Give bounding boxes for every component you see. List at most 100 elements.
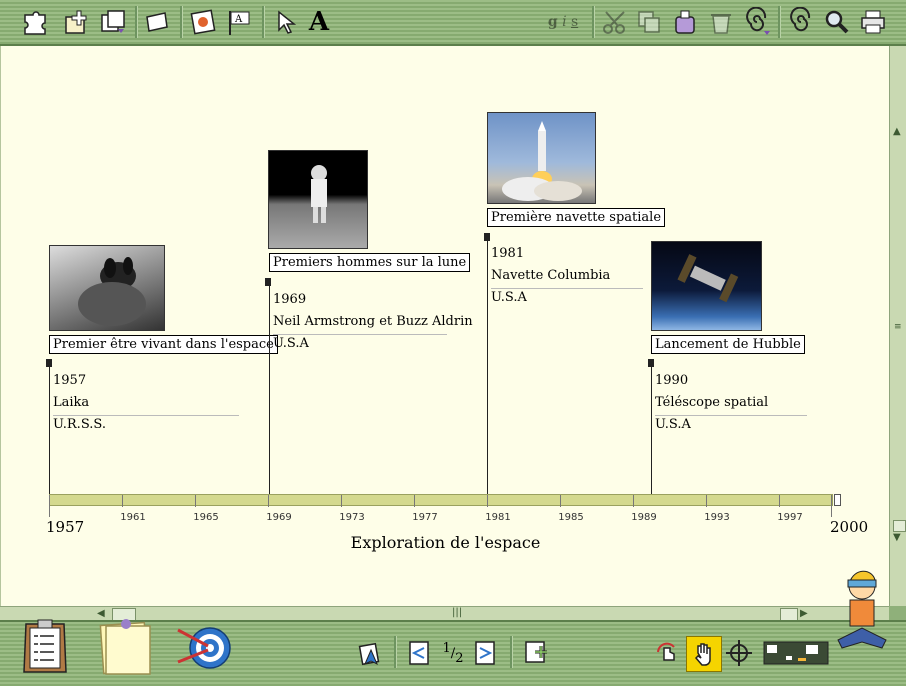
event-divider	[53, 415, 239, 416]
axis-tick	[779, 495, 780, 507]
picture-icon[interactable]	[186, 5, 220, 39]
event-name: Navette Columbia	[491, 268, 611, 283]
event-country: U.S.A	[655, 417, 691, 432]
spiral-icon[interactable]	[784, 5, 818, 39]
event-year: 1990	[655, 373, 689, 388]
add-card-icon[interactable]	[60, 5, 94, 39]
checklist-clipboard-icon[interactable]	[18, 616, 74, 676]
event-marker[interactable]	[265, 278, 271, 286]
event-title[interactable]: Lancement de Hubble	[651, 335, 805, 354]
target-darts-icon[interactable]	[174, 618, 232, 676]
event-year: 1981	[491, 246, 525, 261]
axis-tick	[195, 495, 196, 507]
copy-icon[interactable]	[632, 5, 666, 39]
vertical-scroll-thumb[interactable]	[893, 520, 906, 532]
event-connector	[487, 239, 488, 495]
shuttle-launch-photo[interactable]	[487, 112, 596, 204]
printer-icon[interactable]	[856, 5, 890, 39]
axis-tick	[268, 495, 269, 507]
tick-label: 1977	[412, 512, 438, 523]
hubble-photo[interactable]	[651, 241, 762, 331]
card-menu-icon[interactable]	[96, 5, 130, 39]
axis-tick	[414, 495, 415, 507]
trash-icon[interactable]	[704, 5, 738, 39]
timeline-axis[interactable]	[49, 494, 833, 506]
axis-tick	[487, 495, 488, 507]
vertical-scrollbar[interactable]: ▲ ≡ ▼	[889, 46, 906, 606]
event-country: U.S.A	[273, 336, 309, 351]
text-style-icon[interactable]: g i s	[538, 5, 588, 39]
timeline-canvas[interactable]: Premier être vivant dans l'espace 1957 L…	[0, 46, 890, 606]
page-total: 2	[455, 650, 464, 666]
tick-label: 1981	[485, 512, 511, 523]
event-country: U.R.S.S.	[53, 417, 106, 432]
overview-map-icon[interactable]	[762, 636, 830, 670]
axis-tick	[49, 495, 50, 517]
add-page-icon[interactable]	[518, 636, 552, 670]
bold-g: g	[547, 14, 558, 30]
blank-card-icon[interactable]	[140, 5, 174, 39]
axis-tick	[122, 495, 123, 507]
event-name: Laika	[53, 395, 90, 410]
tick-label: 1961	[120, 512, 146, 523]
tick-label: 1993	[704, 512, 730, 523]
event-title[interactable]: Première navette spatiale	[487, 208, 666, 227]
event-title[interactable]: Premiers hommes sur la lune	[269, 253, 471, 272]
timeline-title[interactable]: Exploration de l'espace	[1, 533, 890, 552]
page-current: 1	[442, 640, 451, 656]
paste-glue-icon[interactable]	[668, 5, 702, 39]
axis-tick	[831, 495, 832, 517]
event-title[interactable]: Premier être vivant dans l'espace	[49, 335, 278, 354]
tick-label: 1989	[631, 512, 657, 523]
event-divider	[655, 415, 807, 416]
event-divider	[273, 334, 447, 335]
moon-landing-photo[interactable]	[268, 150, 368, 249]
axis-end-handle[interactable]	[834, 494, 841, 506]
navigate-cards-icon[interactable]	[354, 636, 388, 670]
hand-tool-icon[interactable]	[686, 636, 722, 672]
axis-tick	[341, 495, 342, 507]
event-connector	[269, 284, 270, 495]
text-tool-icon[interactable]: A	[302, 5, 336, 39]
label-flag-icon[interactable]: A	[222, 5, 256, 39]
italic-i: i	[562, 14, 567, 30]
event-connector	[651, 365, 652, 495]
scroll-up-arrow[interactable]: ▲	[893, 126, 901, 137]
underline-s: s	[571, 14, 579, 30]
scroll-thumb-grip[interactable]: ≡	[894, 322, 902, 332]
rotate-hand-icon[interactable]	[650, 636, 684, 670]
event-year: 1957	[53, 373, 87, 388]
text-tool-glyph: A	[308, 7, 330, 37]
tick-label: 1969	[266, 512, 292, 523]
pointer-icon[interactable]	[268, 5, 302, 39]
event-country: U.S.A	[491, 290, 527, 305]
scissors-icon[interactable]	[598, 5, 632, 39]
search-icon[interactable]	[820, 5, 854, 39]
tick-label: 1985	[558, 512, 584, 523]
next-page-icon[interactable]	[468, 636, 502, 670]
event-year: 1969	[273, 292, 307, 307]
event-connector	[49, 365, 50, 495]
page-indicator: 1/2	[442, 640, 464, 666]
top-toolbar: A A g i s	[0, 0, 906, 46]
scroll-down-arrow[interactable]: ▼	[893, 532, 901, 543]
tick-label: 1973	[339, 512, 365, 523]
scroll-thumb-grip[interactable]: |||	[452, 607, 462, 618]
puzzle-icon[interactable]	[18, 5, 52, 39]
tick-label: 1997	[777, 512, 803, 523]
axis-tick	[560, 495, 561, 507]
event-name: Neil Armstrong et Buzz Aldrin	[273, 314, 473, 329]
scroll-right-arrow[interactable]: ▶	[800, 608, 808, 619]
notes-pad-icon[interactable]	[96, 616, 154, 678]
assistant-character-icon[interactable]	[830, 560, 894, 672]
spiral-menu-icon[interactable]	[740, 5, 774, 39]
axis-tick	[706, 495, 707, 507]
event-divider	[491, 288, 643, 289]
tick-label: 1965	[193, 512, 219, 523]
label-flag-glyph: A	[234, 14, 243, 25]
crosshair-icon[interactable]	[722, 636, 756, 670]
event-name: Téléscope spatial	[655, 395, 769, 410]
axis-tick	[633, 495, 634, 507]
previous-page-icon[interactable]	[402, 636, 436, 670]
laika-photo[interactable]	[49, 245, 165, 331]
